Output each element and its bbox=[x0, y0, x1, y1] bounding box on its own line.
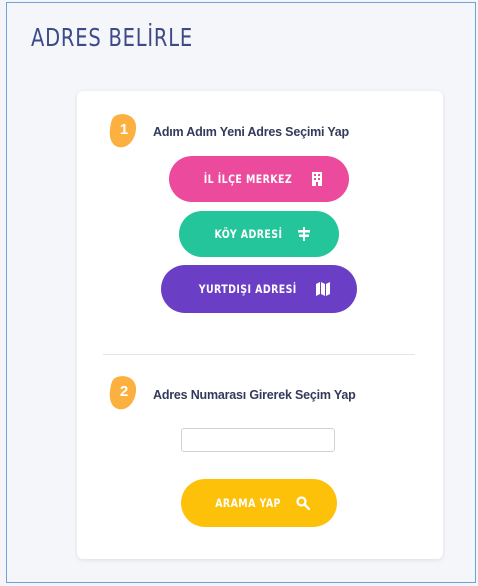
koy-adresi-button[interactable]: KÖY ADRESİ bbox=[179, 211, 339, 257]
page-title: ADRES BELİRLE bbox=[31, 23, 193, 52]
search-button[interactable]: ARAMA YAP bbox=[181, 479, 337, 527]
map-icon bbox=[315, 282, 330, 296]
step-1-label: Adım Adım Yeni Adres Seçimi Yap bbox=[153, 125, 349, 139]
step-1-badge: 1 bbox=[109, 113, 139, 149]
step-1-number: 1 bbox=[119, 121, 129, 138]
step-2-label: Adres Numarası Girerek Seçim Yap bbox=[153, 388, 356, 402]
address-panel: ADRES BELİRLE 1 Adım Adım Yeni Adres Seç… bbox=[6, 2, 476, 583]
yurtdisi-adresi-label: YURTDIŞI ADRESİ bbox=[199, 282, 297, 296]
step-2-number: 2 bbox=[119, 383, 129, 400]
il-ilce-merkez-button[interactable]: İL İLÇE MERKEZ bbox=[169, 156, 349, 202]
step-2-badge: 2 bbox=[109, 375, 139, 411]
section-divider bbox=[103, 354, 415, 355]
koy-adresi-label: KÖY ADRESİ bbox=[214, 227, 282, 241]
signpost-icon bbox=[298, 227, 311, 241]
yurtdisi-adresi-button[interactable]: YURTDIŞI ADRESİ bbox=[161, 265, 357, 313]
search-button-label: ARAMA YAP bbox=[215, 496, 281, 510]
search-icon bbox=[296, 496, 311, 510]
address-number-input[interactable] bbox=[181, 428, 335, 452]
il-ilce-merkez-label: İL İLÇE MERKEZ bbox=[203, 172, 293, 186]
address-card: 1 Adım Adım Yeni Adres Seçimi Yap İL İLÇ… bbox=[77, 91, 443, 559]
building-icon bbox=[311, 172, 322, 186]
